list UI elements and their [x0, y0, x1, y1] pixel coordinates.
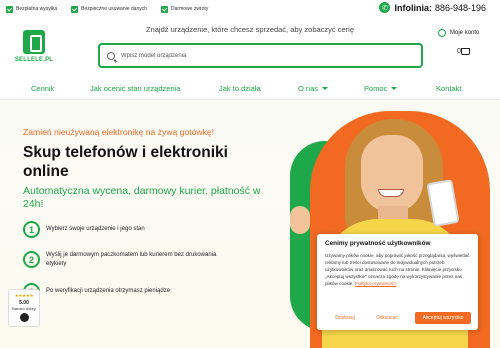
perk-label: Bezpieczne usuwanie danych: [81, 6, 148, 12]
step-item: 2 Wyślij je darmowym paczkomatem lub kur…: [23, 251, 221, 268]
logo-mark: [23, 30, 45, 54]
search-input[interactable]: [121, 52, 401, 59]
perk-label: Bezpłatna wysyłka: [16, 6, 58, 12]
search-icon: [107, 51, 115, 60]
cookie-text: Używamy plików cookie, aby poprawić jako…: [325, 253, 470, 286]
nav-item-label: Cennik: [31, 84, 55, 93]
check-icon: [71, 5, 79, 13]
search-bar: [98, 43, 423, 68]
nav-item-kontakt[interactable]: Kontakt: [436, 84, 461, 93]
step-text: Po weryfikacji urządzenia otrzymasz pien…: [46, 288, 171, 295]
hero-promo: Zamień nieużywaną elektronikę na żywą go…: [23, 127, 215, 137]
hero-subtitle: Automatyczna wycena, darmowy kurier, pła…: [23, 185, 261, 210]
nav-item-label: O nas: [298, 84, 319, 93]
nav-item-cennik[interactable]: Cennik: [31, 84, 54, 93]
site-logo[interactable]: SELLELE.PL: [14, 30, 54, 70]
reviews-badge[interactable]: ★★★★★ 5.00 Bardzo dobry: [8, 289, 40, 327]
step-number: 1: [23, 221, 40, 238]
step-item: 3 Po weryfikacji urządzenia otrzymasz pi…: [23, 283, 221, 300]
step-item: 1 Wybierz swoje urządzenie i jego stan: [23, 221, 221, 238]
cookie-title: Cenimy prywatność użytkowników: [325, 240, 431, 247]
privacy-policy-link[interactable]: Polityka prywatności: [355, 281, 397, 286]
check-icon: [6, 5, 13, 13]
perk-label: Darmowe zwroty: [171, 6, 209, 12]
perk-free-shipping: Bezpłatna wysyłka: [6, 5, 58, 13]
rating-label: Bardzo dobry: [12, 306, 36, 311]
nav-item-jak-ocenic[interactable]: Jak ocenić stan urządzenia: [90, 84, 180, 93]
woman-face: [361, 135, 423, 213]
thumbs-up-hand: [290, 206, 310, 234]
cookie-consent-dialog: Cenimy prywatność użytkowników Używamy p…: [317, 234, 478, 330]
perk-data-wipe: Bezpieczne usuwanie danych: [71, 5, 148, 13]
perk-free-returns: Darmowe zwroty: [161, 5, 209, 13]
nav-item-label: Jak ocenić stan urządzenia: [90, 84, 181, 93]
step-number: 2: [23, 251, 40, 268]
cookie-buttons: Dostosuj Odrzucać Akceptuj wszystko: [325, 312, 471, 324]
top-bar: Bezpłatna wysyłka Bezpieczne usuwanie da…: [0, 0, 500, 18]
review-provider-icon: [19, 313, 29, 322]
chevron-down-icon: [322, 87, 329, 90]
rating-stars-icon: ★★★★★: [14, 293, 34, 298]
hotline[interactable]: ✆ Infolinia: 886-948-196: [379, 2, 486, 13]
phone-icon: ✆: [379, 2, 391, 13]
account-link[interactable]: Moje konto: [438, 29, 479, 37]
cart-link[interactable]: 0: [457, 48, 472, 55]
search-tagline: Znajdź urządzenie, które chcesz sprzedać…: [145, 25, 355, 34]
woman-smile: [378, 189, 404, 197]
nav-item-label: Kontakt: [436, 84, 462, 93]
user-icon: [438, 29, 446, 37]
cart-icon: [460, 48, 470, 55]
hero-title: Skup telefonów i elektroniki online: [23, 144, 228, 180]
cookie-body: Używamy plików cookie, aby poprawić jako…: [325, 252, 470, 287]
nav-item-pomoc[interactable]: Pomoc: [364, 84, 398, 93]
logo-text: SELLELE.PL: [14, 57, 54, 63]
hotline-number[interactable]: 886-948-196: [435, 3, 486, 13]
nav-item-label: Pomoc: [364, 84, 388, 93]
nav-item-jak-to-dziala[interactable]: Jak to działa: [219, 84, 261, 93]
customize-button[interactable]: Dostosuj: [325, 312, 365, 324]
accept-all-button[interactable]: Akceptuj wszystko: [415, 312, 471, 324]
hotline-label: Infolinia:: [394, 2, 432, 13]
step-text: Wybierz swoje urządzenie i jego stan: [46, 226, 145, 233]
nav-item-o-nas[interactable]: O nas: [298, 84, 329, 93]
step-text: Wyślij je darmowym paczkomatem lub kurie…: [46, 252, 217, 267]
reject-button[interactable]: Odrzucać: [367, 312, 407, 324]
chevron-down-icon: [391, 87, 398, 90]
account-label: Moje konto: [450, 30, 480, 36]
main-nav: Cennik Jak ocenić stan urządzenia Jak to…: [0, 78, 500, 100]
nav-item-label: Jak to działa: [219, 84, 261, 93]
check-icon: [161, 5, 169, 13]
